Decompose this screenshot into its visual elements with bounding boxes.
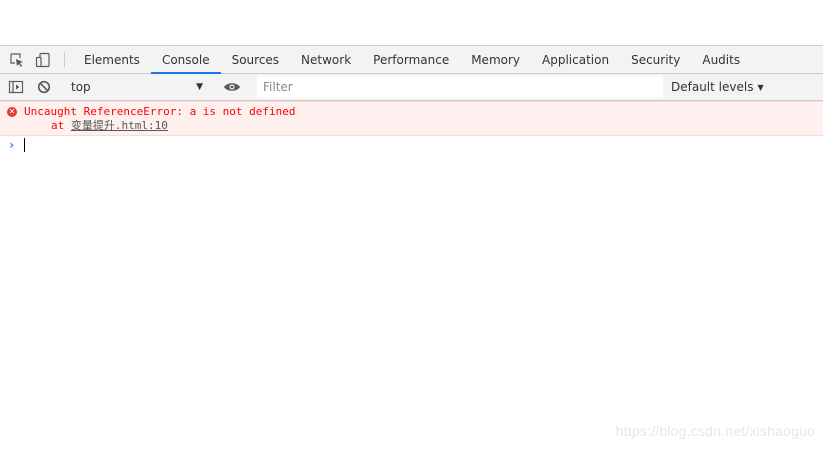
tab-label: Console	[161, 52, 210, 67]
tab-sources[interactable]: Sources	[221, 46, 290, 73]
console-prompt[interactable]: ›	[0, 136, 823, 154]
dropdown-arrow-icon: ▼	[196, 82, 203, 92]
device-toolbar-icon[interactable]	[30, 46, 56, 73]
clear-console-icon[interactable]	[30, 74, 58, 100]
tab-label: Memory	[471, 52, 521, 67]
tab-security[interactable]: Security	[620, 46, 691, 73]
tab-label: Elements	[84, 52, 140, 67]
prompt-chevron-icon: ›	[8, 138, 16, 152]
levels-label: Default levels	[671, 80, 754, 94]
tab-application[interactable]: Application	[531, 46, 620, 73]
error-stack: at 变量提升.html:10	[24, 119, 823, 133]
filter-input[interactable]	[257, 76, 663, 98]
stack-prefix: at	[51, 119, 71, 132]
context-selector[interactable]: top ▼	[71, 74, 211, 100]
tab-label: Security	[631, 52, 681, 67]
error-text: Uncaught ReferenceError: a is not define…	[24, 105, 296, 118]
error-icon: ✕	[7, 107, 17, 117]
console-toolbar: top ▼ Default levels ▼	[0, 74, 823, 101]
console-error-message: ✕ Uncaught ReferenceError: a is not defi…	[0, 101, 823, 136]
tab-memory[interactable]: Memory	[460, 46, 531, 73]
watermark: https://blog.csdn.net/xishaoguo	[615, 423, 815, 439]
tab-label: Application	[542, 52, 610, 67]
log-levels-dropdown[interactable]: Default levels ▼	[671, 80, 764, 94]
tab-network[interactable]: Network	[290, 46, 362, 73]
toolbar-divider	[64, 52, 65, 67]
tab-label: Performance	[373, 52, 450, 67]
tab-elements[interactable]: Elements	[73, 46, 151, 73]
text-caret	[24, 138, 25, 152]
console-messages: ✕ Uncaught ReferenceError: a is not defi…	[0, 101, 823, 154]
tab-label: Network	[301, 52, 352, 67]
tab-performance[interactable]: Performance	[362, 46, 460, 73]
tab-audits[interactable]: Audits	[691, 46, 751, 73]
page-top-area	[0, 0, 823, 46]
tab-label: Sources	[231, 52, 280, 67]
show-sidebar-icon[interactable]	[2, 74, 30, 100]
dropdown-arrow-icon: ▼	[757, 82, 764, 92]
devtools-tabbar: Elements Console Sources Network Perform…	[0, 46, 823, 74]
context-value: top	[71, 80, 91, 94]
tab-console[interactable]: Console	[150, 46, 221, 74]
inspect-element-icon[interactable]	[4, 46, 30, 73]
live-expression-icon[interactable]	[218, 74, 246, 100]
tab-label: Audits	[702, 52, 741, 67]
source-link[interactable]: 变量提升.html:10	[71, 119, 168, 132]
